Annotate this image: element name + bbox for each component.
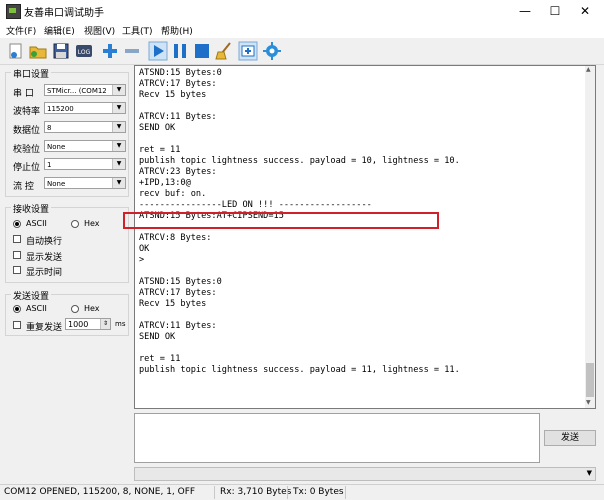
menu-file[interactable]: 文件(F) xyxy=(6,24,36,37)
chevron-down-icon: ▼ xyxy=(112,141,125,151)
run-icon[interactable] xyxy=(148,41,168,61)
port-status: COM12 OPENED, 115200, 8, NONE, 1, OFF xyxy=(4,487,196,497)
chevron-down-icon: ▼ xyxy=(112,178,125,188)
menu-edit[interactable]: 编辑(E) xyxy=(44,24,75,37)
baud-label: 波特率 xyxy=(13,107,41,117)
stopbits-value: 1 xyxy=(47,161,52,169)
open-icon[interactable] xyxy=(28,41,48,61)
parity-value: None xyxy=(47,143,66,151)
repeat-send-checkbox[interactable] xyxy=(13,321,21,329)
log-icon[interactable]: LOG xyxy=(74,41,94,61)
status-bar: COM12 OPENED, 115200, 8, NONE, 1, OFF Rx… xyxy=(0,484,604,500)
send-ascii-label: ASCII xyxy=(26,304,47,313)
tx-count: Tx: 0 Bytes xyxy=(293,487,344,497)
add-icon[interactable] xyxy=(100,41,120,61)
spinner-icon[interactable]: ⇕ xyxy=(100,319,110,329)
stopbits-label: 停止位 xyxy=(13,163,41,173)
app-icon xyxy=(6,4,21,19)
window-title: 友善串口调试助手 xyxy=(24,8,104,19)
flow-label: 流 控 xyxy=(13,182,34,192)
baud-select[interactable]: 115200 ▼ xyxy=(44,102,126,114)
stop-icon[interactable] xyxy=(192,41,212,61)
port-select[interactable]: STMicr... (COM12 ▼ xyxy=(44,84,126,96)
scroll-down-icon[interactable]: ▼ xyxy=(586,399,591,406)
recv-hex-label: Hex xyxy=(84,219,100,228)
rx-count: Rx: 3,710 Bytes xyxy=(220,487,292,497)
auto-wrap-checkbox[interactable] xyxy=(13,235,21,243)
send-input[interactable] xyxy=(134,413,540,463)
vertical-scrollbar[interactable]: ▲ ▼ xyxy=(585,66,595,408)
recv-hex-radio[interactable] xyxy=(71,220,79,228)
menu-help[interactable]: 帮助(H) xyxy=(161,24,193,37)
send-button[interactable]: 发送 xyxy=(544,430,596,446)
repeat-send-label: 重复发送 xyxy=(26,323,63,333)
send-hex-radio[interactable] xyxy=(71,305,79,313)
chevron-down-icon: ▼ xyxy=(112,103,125,113)
menu-bar: 文件(F) 编辑(E) 视图(V) 工具(T) 帮助(H) xyxy=(0,22,604,38)
toolbar: LOG xyxy=(0,38,604,65)
scroll-up-icon[interactable]: ▲ xyxy=(586,66,591,73)
recv-ascii-radio[interactable] xyxy=(13,220,21,228)
send-hex-label: Hex xyxy=(84,304,100,313)
status-divider xyxy=(214,486,215,499)
remove-icon[interactable] xyxy=(122,41,142,61)
pause-icon[interactable] xyxy=(170,41,190,61)
highlight-box xyxy=(123,212,439,229)
add-window-icon[interactable] xyxy=(238,41,258,61)
interval-unit: ms xyxy=(115,320,126,328)
status-divider xyxy=(345,486,346,499)
show-send-checkbox[interactable] xyxy=(13,251,21,259)
send-history-select[interactable]: ▼ xyxy=(134,467,596,481)
stopbits-select[interactable]: 1 ▼ xyxy=(44,158,126,170)
port-value: STMicr... (COM12 xyxy=(47,87,107,95)
flow-value: None xyxy=(47,180,66,188)
databits-value: 8 xyxy=(47,124,52,132)
clear-icon[interactable] xyxy=(214,41,234,61)
databits-label: 数据位 xyxy=(13,126,41,136)
menu-tools[interactable]: 工具(T) xyxy=(122,24,153,37)
recv-ascii-label: ASCII xyxy=(26,219,47,228)
new-icon[interactable] xyxy=(6,41,26,61)
serial-settings-title: 串口设置 xyxy=(11,67,52,80)
parity-label: 校验位 xyxy=(13,145,41,155)
receive-console[interactable]: ATSND:15 Bytes:0 ATRCV:17 Bytes: Recv 15… xyxy=(134,65,596,409)
databits-select[interactable]: 8 ▼ xyxy=(44,121,126,133)
chevron-down-icon: ▼ xyxy=(112,85,125,95)
chevron-down-icon: ▼ xyxy=(112,159,125,169)
menu-view[interactable]: 视图(V) xyxy=(84,24,115,37)
parity-select[interactable]: None ▼ xyxy=(44,140,126,152)
send-ascii-radio[interactable] xyxy=(13,305,21,313)
chevron-down-icon: ▼ xyxy=(112,122,125,132)
receive-settings-title: 接收设置 xyxy=(11,202,52,215)
interval-input[interactable]: 1000 ⇕ xyxy=(65,318,111,330)
port-label: 串 口 xyxy=(13,89,34,99)
show-send-label: 显示发送 xyxy=(26,253,63,263)
show-time-checkbox[interactable] xyxy=(13,266,21,274)
show-time-label: 显示时间 xyxy=(26,268,63,278)
flow-select[interactable]: None ▼ xyxy=(44,177,126,189)
interval-value: 1000 xyxy=(68,320,89,329)
send-settings-title: 发送设置 xyxy=(11,289,52,302)
auto-wrap-label: 自动换行 xyxy=(26,237,63,247)
close-icon[interactable]: ✕ xyxy=(566,0,604,22)
chevron-down-icon: ▼ xyxy=(586,469,592,477)
status-divider xyxy=(287,486,288,499)
title-bar: 友善串口调试助手 — ☐ ✕ xyxy=(0,0,604,22)
receive-settings-group xyxy=(5,207,129,283)
baud-value: 115200 xyxy=(47,105,74,113)
scrollbar-thumb[interactable] xyxy=(586,363,594,397)
save-icon[interactable] xyxy=(51,41,71,61)
svg-text:LOG: LOG xyxy=(78,49,91,56)
settings-icon[interactable] xyxy=(262,41,282,61)
